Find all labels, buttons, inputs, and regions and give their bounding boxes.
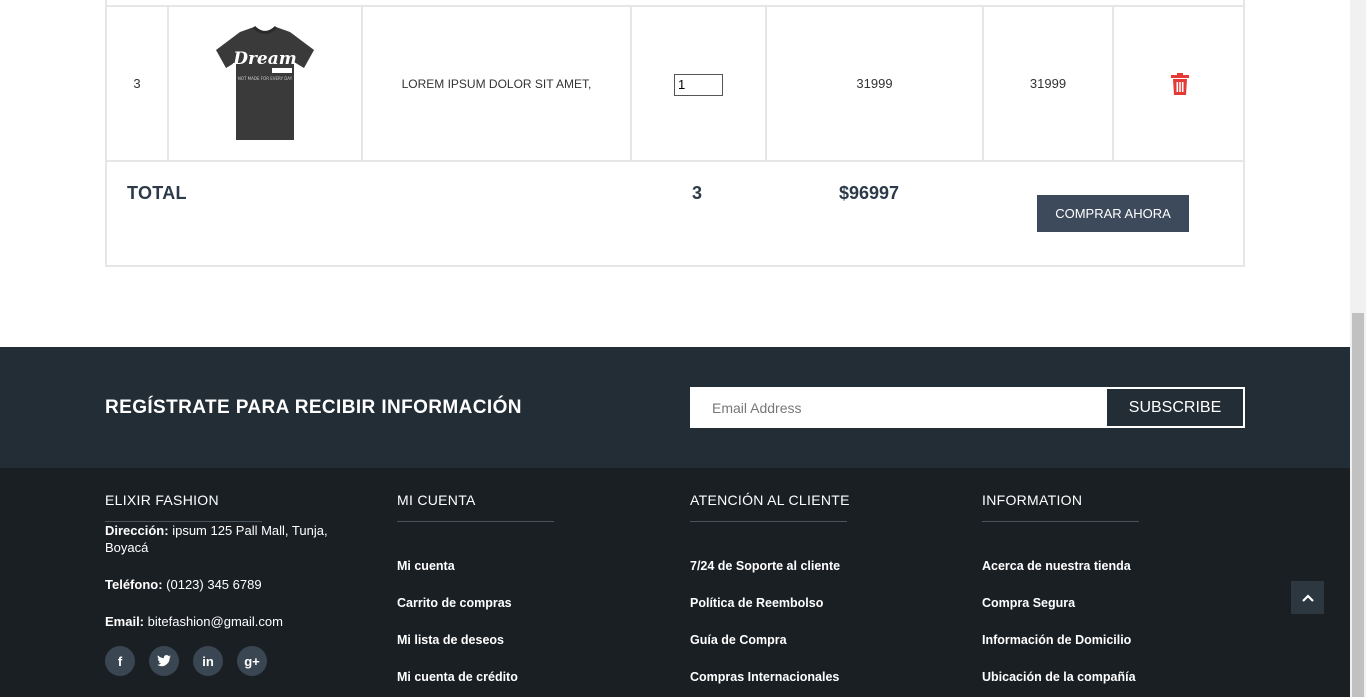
- cart-table: 3 Dream NOT MADE FOR EVERY DAY LOREM IPS…: [105, 0, 1245, 267]
- newsletter-title: REGÍSTRATE PARA RECIBIR INFORMACIÓN: [105, 397, 522, 418]
- footer-link-credit-account[interactable]: Mi cuenta de crédito: [397, 669, 657, 685]
- divider: [397, 521, 554, 522]
- footer-link-wishlist[interactable]: Mi lista de deseos: [397, 632, 657, 648]
- product-image[interactable]: Dream NOT MADE FOR EVERY DAY: [169, 7, 363, 160]
- divider: [690, 521, 847, 522]
- total-quantity: 3: [692, 183, 703, 203]
- product-description: LOREM IPSUM DOLOR SIT AMET,: [363, 7, 632, 160]
- svg-text:Dream: Dream: [232, 49, 297, 69]
- footer-link-international[interactable]: Compras Internacionales: [690, 669, 950, 685]
- delete-cell: [1114, 7, 1245, 160]
- footer-link-refund[interactable]: Política de Reembolso: [690, 595, 950, 611]
- social-links: f in g+: [105, 646, 365, 676]
- footer: ELIXIR FASHION Dirección: ipsum 125 Pall…: [0, 468, 1350, 697]
- footer-link-company-location[interactable]: Ubicación de la compañía: [982, 669, 1242, 685]
- footer-link-support[interactable]: 7/24 de Soporte al cliente: [690, 558, 950, 574]
- newsletter-form: SUBSCRIBE: [690, 387, 1245, 428]
- footer-phone: Teléfono: (0123) 345 6789: [105, 577, 262, 592]
- svg-text:NOT MADE FOR EVERY DAY: NOT MADE FOR EVERY DAY: [238, 76, 293, 81]
- footer-link-secure-purchase[interactable]: Compra Segura: [982, 595, 1242, 611]
- footer-link-buying-guide[interactable]: Guía de Compra: [690, 632, 950, 648]
- footer-link-my-account[interactable]: Mi cuenta: [397, 558, 657, 574]
- footer-column-brand: ELIXIR FASHION Dirección: ipsum 125 Pall…: [105, 468, 365, 676]
- newsletter-section: REGÍSTRATE PARA RECIBIR INFORMACIÓN SUBS…: [0, 347, 1350, 468]
- quantity-cell: [632, 7, 767, 160]
- t-shirt-image: Dream NOT MADE FOR EVERY DAY: [216, 25, 314, 140]
- chevron-up-icon: [1301, 593, 1314, 602]
- footer-column-account: MI CUENTA Mi cuenta Carrito de compras M…: [397, 468, 657, 697]
- footer-information-title: INFORMATION: [982, 492, 1083, 508]
- footer-email: Email: bitefashion@gmail.com: [105, 614, 283, 629]
- facebook-icon[interactable]: f: [105, 646, 135, 676]
- footer-support-title: ATENCIÓN AL CLIENTE: [690, 492, 850, 508]
- footer-address: Dirección: ipsum 125 Pall Mall, Tunja, B…: [105, 523, 328, 555]
- linkedin-icon[interactable]: in: [193, 646, 223, 676]
- unit-price: 31999: [767, 7, 984, 160]
- table-row: 3 Dream NOT MADE FOR EVERY DAY LOREM IPS…: [107, 5, 1245, 162]
- row-number: 3: [107, 7, 169, 160]
- scrollbar[interactable]: [1350, 0, 1366, 697]
- footer-column-support: ATENCIÓN AL CLIENTE 7/24 de Soporte al c…: [690, 468, 950, 697]
- twitter-icon[interactable]: [149, 646, 179, 676]
- subscribe-button[interactable]: SUBSCRIBE: [1107, 389, 1243, 426]
- buy-now-button[interactable]: COMPRAR AHORA: [1037, 195, 1189, 232]
- back-to-top-button[interactable]: [1291, 581, 1324, 614]
- footer-link-about[interactable]: Acerca de nuestra tienda: [982, 558, 1242, 574]
- footer-link-delivery-info[interactable]: Información de Domicilio: [982, 632, 1242, 648]
- row-subtotal: 31999: [984, 7, 1114, 160]
- divider: [982, 521, 1139, 522]
- footer-brand-title: ELIXIR FASHION: [105, 492, 219, 508]
- footer-account-title: MI CUENTA: [397, 492, 476, 508]
- total-amount: $96997: [839, 183, 900, 203]
- google-plus-icon[interactable]: g+: [237, 646, 267, 676]
- email-input[interactable]: [692, 389, 1107, 426]
- footer-column-information: INFORMATION Acerca de nuestra tienda Com…: [982, 468, 1242, 697]
- scrollbar-thumb[interactable]: [1352, 313, 1364, 697]
- quantity-input[interactable]: [674, 73, 723, 96]
- trash-icon[interactable]: [1170, 72, 1189, 95]
- total-label: TOTAL: [127, 183, 187, 203]
- footer-link-cart[interactable]: Carrito de compras: [397, 595, 657, 611]
